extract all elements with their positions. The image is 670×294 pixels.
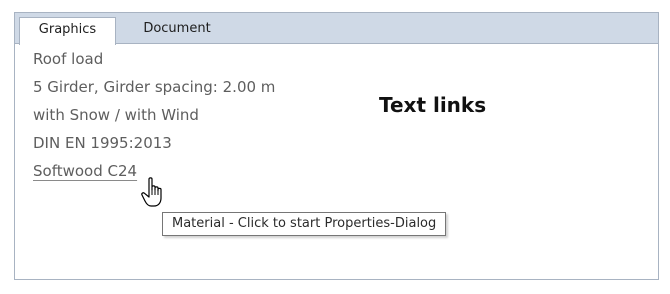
- standard-text: DIN EN 1995:2013: [33, 134, 172, 152]
- load-conditions-text: with Snow / with Wind: [33, 106, 199, 124]
- hand-pointer-icon: [140, 176, 172, 210]
- annotation-heading: Text links: [379, 93, 487, 117]
- tab-graphics[interactable]: Graphics: [19, 17, 116, 45]
- tab-document[interactable]: Document: [132, 17, 222, 44]
- material-tooltip: Material - Click to start Properties-Dia…: [162, 212, 447, 236]
- graphics-content: Roof load 5 Girder, Girder spacing: 2.00…: [15, 44, 658, 279]
- tab-bar: Graphics Document: [15, 13, 658, 45]
- load-type-text: Roof load: [33, 50, 104, 68]
- properties-panel: Graphics Document Roof load 5 Girder, Gi…: [14, 12, 659, 280]
- girder-info-text: 5 Girder, Girder spacing: 2.00 m: [33, 78, 276, 96]
- material-link[interactable]: Softwood C24: [33, 162, 137, 180]
- material-link-row: Softwood C24: [33, 161, 137, 181]
